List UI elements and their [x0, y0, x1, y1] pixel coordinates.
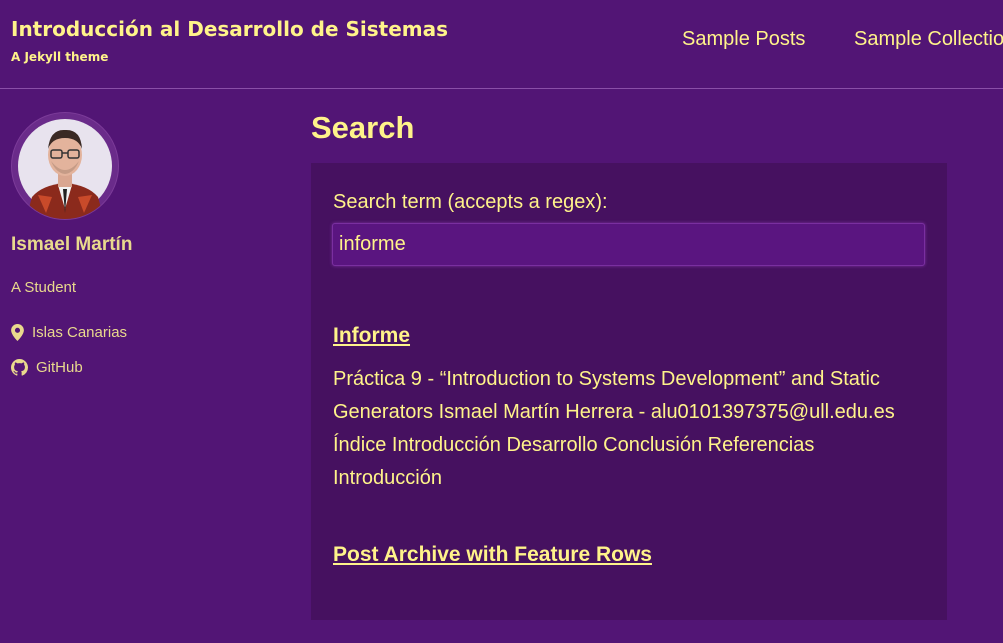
- github-icon: [11, 359, 28, 376]
- search-input[interactable]: [332, 223, 925, 266]
- map-marker-icon: [11, 324, 24, 341]
- avatar-photo: [18, 119, 112, 219]
- search-panel: Search term (accepts a regex): Informe P…: [311, 163, 947, 620]
- masthead: Introducción al Desarrollo de Sistemas A…: [0, 0, 1003, 89]
- search-result-title[interactable]: Post Archive with Feature Rows: [333, 543, 652, 567]
- nav-link-sample-collections[interactable]: Sample Collections: [854, 28, 1003, 51]
- site-subtitle: A Jekyll theme: [11, 50, 109, 64]
- author-avatar: [11, 112, 119, 220]
- nav-link-sample-posts[interactable]: Sample Posts: [682, 28, 805, 51]
- page-title: Search: [311, 110, 415, 145]
- search-result-excerpt: Práctica 9 - “Introduction to Systems De…: [333, 368, 895, 489]
- search-result-title[interactable]: Informe: [333, 324, 410, 348]
- author-github-label: GitHub: [36, 359, 83, 376]
- author-location-label: Islas Canarias: [32, 324, 128, 341]
- search-label: Search term (accepts a regex):: [333, 191, 608, 213]
- author-bio: A Student: [11, 279, 77, 296]
- site-title-link[interactable]: Introducción al Desarrollo de Sistemas: [11, 17, 448, 41]
- author-location-link[interactable]: Islas Canarias: [11, 324, 127, 341]
- author-name: Ismael Martín: [11, 234, 133, 255]
- author-github-link[interactable]: GitHub: [11, 359, 83, 376]
